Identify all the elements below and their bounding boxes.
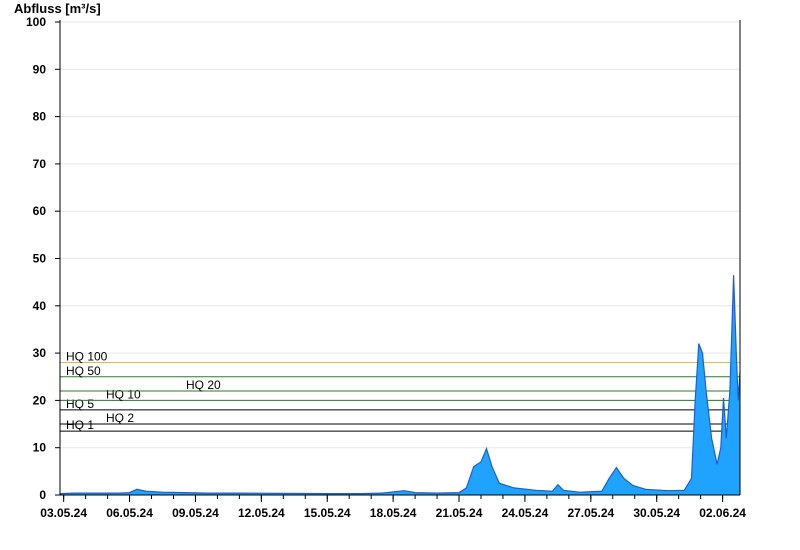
y-tick-label: 100 — [26, 15, 46, 29]
x-tick-label: 27.05.24 — [567, 506, 614, 520]
x-tick-label: 03.05.24 — [40, 506, 87, 520]
y-tick-label: 80 — [33, 110, 47, 124]
y-tick-label: 30 — [33, 346, 47, 360]
discharge-chart: HQ 1 HQ 2 HQ 5 HQ 10 HQ 20 HQ 50HQ 100 0 10 20 3… — [14, 1, 746, 520]
grid-lines — [60, 21, 740, 449]
hq-threshold-lines: HQ 1 HQ 2 HQ 5 HQ 10 HQ 20 HQ 50HQ 100 — [60, 350, 740, 432]
y-tick-label: 60 — [33, 204, 47, 218]
y-tick-label: 10 — [33, 441, 47, 455]
x-tick-label: 24.05.24 — [502, 506, 549, 520]
discharge-area — [60, 275, 740, 495]
y-axis-label: Abfluss [m³/s] — [14, 1, 101, 16]
hq-label: HQ 1 — [66, 418, 94, 432]
y-tick-label: 0 — [39, 488, 46, 502]
hq-label: HQ 10 — [106, 387, 141, 401]
y-tick-label: 40 — [33, 299, 47, 313]
x-tick-label: 18.05.24 — [370, 506, 417, 520]
y-tick-label: 70 — [33, 157, 47, 171]
discharge-series — [59, 275, 741, 495]
discharge-line — [59, 275, 741, 495]
y-tick-label: 90 — [33, 62, 47, 76]
x-tick-label: 12.05.24 — [238, 506, 285, 520]
hq-label: HQ 2 — [106, 411, 134, 425]
hq-label: HQ 5 — [66, 397, 94, 411]
x-tick-label: 09.05.24 — [172, 506, 219, 520]
x-tick-label: 02.06.24 — [699, 506, 746, 520]
y-tick-label: 20 — [33, 393, 47, 407]
hq-label: HQ 100 — [66, 350, 108, 364]
axes: 0 10 20 30 40 50 60 70 80 90 100 03.05.24 06.05.24 09… — [26, 15, 746, 520]
hq-label: HQ 20 — [186, 378, 221, 392]
x-tick-label: 21.05.24 — [436, 506, 483, 520]
x-tick-label: 06.05.24 — [106, 506, 153, 520]
y-tick-label: 50 — [33, 252, 47, 266]
x-tick-label: 15.05.24 — [304, 506, 351, 520]
x-tick-label: 30.05.24 — [633, 506, 680, 520]
hq-label: HQ 50 — [66, 364, 101, 378]
